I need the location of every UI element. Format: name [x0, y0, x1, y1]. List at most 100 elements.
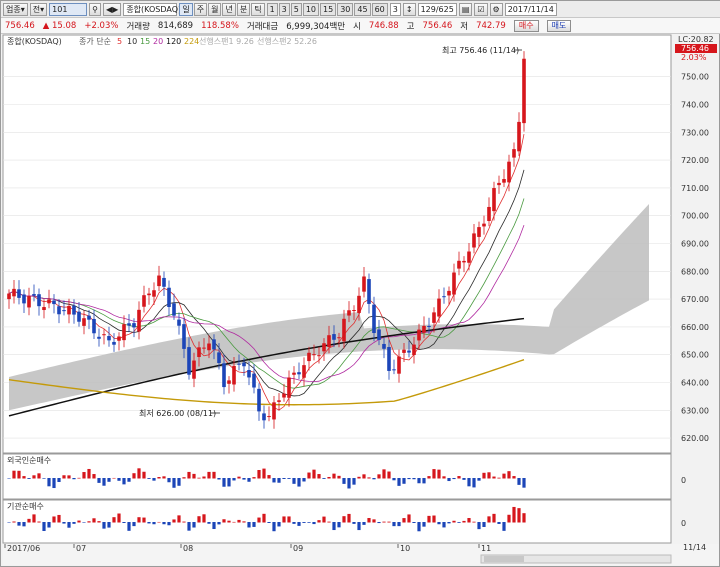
- institution-bar: [77, 520, 81, 523]
- prev-next-icon[interactable]: ◀▶: [103, 2, 122, 16]
- foreign-bar: [517, 478, 521, 485]
- candle-body: [392, 369, 396, 371]
- settings-icon[interactable]: ⚙: [489, 2, 503, 16]
- checkbox-icon[interactable]: ☑: [474, 2, 488, 16]
- foreign-bar: [112, 477, 116, 479]
- institution-bar: [97, 521, 101, 523]
- foreign-bar: [337, 475, 341, 479]
- institution-bar: [427, 515, 431, 523]
- foreign-bar: [162, 476, 166, 479]
- candle-body: [382, 343, 386, 349]
- institution-bar: [492, 513, 496, 523]
- institution-bar: [107, 522, 111, 528]
- candle-body: [502, 179, 506, 183]
- institution-bar: [217, 522, 221, 525]
- institution-bar: [377, 522, 381, 524]
- interval-button-15[interactable]: 15: [320, 2, 337, 16]
- period-button-month[interactable]: 월: [208, 2, 222, 16]
- institution-bar: [72, 522, 76, 524]
- scroll-thumb[interactable]: [484, 556, 524, 562]
- y-tick-label: 720.00: [681, 156, 709, 165]
- candle-body: [82, 318, 86, 326]
- spin-icon[interactable]: ↕: [402, 2, 416, 16]
- interval-button-1[interactable]: 1: [266, 2, 278, 16]
- foreign-bar: [37, 473, 41, 479]
- candle-body: [362, 276, 366, 292]
- interval-button-5[interactable]: 5: [290, 2, 302, 16]
- code-input[interactable]: 101: [49, 2, 88, 16]
- interval-button-3[interactable]: 3: [278, 2, 290, 16]
- candle-body: [282, 393, 286, 398]
- candle-body: [162, 277, 166, 287]
- institution-bar: [302, 522, 306, 523]
- period-group: 일 주 월 년 분 틱: [179, 2, 265, 16]
- market-select[interactable]: 업종 ▾: [3, 2, 28, 16]
- institution-bar: [417, 522, 421, 532]
- search-icon[interactable]: ⚲: [89, 2, 101, 16]
- period-button-week[interactable]: 주: [193, 2, 208, 16]
- candle-body: [167, 287, 171, 308]
- candle-body: [172, 303, 176, 316]
- foreign-zero-label: 0: [681, 476, 686, 485]
- interval-button-60[interactable]: 60: [371, 2, 388, 16]
- candle-body: [117, 336, 121, 341]
- institution-bar: [22, 522, 26, 527]
- institution-bar: [122, 522, 126, 523]
- institution-bar: [447, 522, 451, 524]
- foreign-panel-title: 외국인순매수: [7, 455, 51, 465]
- candle-body: [267, 416, 271, 418]
- price-tag: 756.46: [681, 44, 709, 53]
- y-tick-label: 710.00: [681, 184, 709, 193]
- institution-bar: [512, 506, 516, 523]
- institution-bar: [262, 513, 266, 523]
- price-chart[interactable]: 620.00 630.00 640.00 650.00 660.00 670.00 680.…: [1, 34, 719, 566]
- candle-body: [137, 309, 141, 332]
- period-button-day[interactable]: 일: [179, 2, 193, 16]
- candle-body: [472, 233, 476, 248]
- foreign-bar: [472, 478, 476, 488]
- open-value: 746.88: [368, 20, 399, 31]
- period-button-minute[interactable]: 분: [236, 2, 251, 16]
- type-select[interactable]: 전 ▾: [29, 2, 48, 16]
- interval-button-45[interactable]: 45: [354, 2, 371, 16]
- foreign-bar: [367, 477, 371, 479]
- interval-button-10[interactable]: 10: [302, 2, 320, 16]
- institution-bar: [17, 522, 21, 526]
- candle-body: [322, 343, 326, 352]
- interval-group: 1 3 5 10 15 30 45 60: [266, 2, 388, 16]
- y-tick-label: 660.00: [681, 323, 709, 332]
- candle-body: [182, 324, 186, 349]
- candle-body: [232, 365, 236, 385]
- foreign-bar: [202, 476, 206, 479]
- candle-body: [122, 324, 126, 341]
- institution-bar: [497, 522, 501, 524]
- candle-body: [17, 289, 21, 298]
- foreign-bar: [492, 476, 496, 479]
- candle-body: [327, 335, 331, 347]
- interval-button-30[interactable]: 30: [337, 2, 354, 16]
- period-button-year[interactable]: 년: [222, 2, 236, 16]
- institution-bar: [237, 519, 241, 523]
- candle-body: [52, 300, 56, 305]
- candle-body: [317, 355, 321, 357]
- low-value: 742.79: [476, 20, 506, 31]
- buy-button[interactable]: 매수: [513, 19, 539, 32]
- y-tick-label: 700.00: [681, 212, 709, 221]
- period-button-tick[interactable]: 틱: [251, 2, 265, 16]
- candle-body: [442, 296, 446, 298]
- institution-bar: [517, 508, 521, 523]
- foreign-bar: [122, 478, 126, 485]
- institution-bar: [432, 515, 436, 523]
- candle-body: [112, 341, 116, 345]
- institution-bar: [522, 513, 526, 523]
- foreign-bar: [422, 478, 426, 484]
- candle-body: [242, 362, 246, 367]
- date-field[interactable]: 2017/11/14: [504, 2, 557, 16]
- institution-bar: [172, 519, 176, 523]
- sell-button[interactable]: 매도: [546, 19, 572, 32]
- chart-type-icon[interactable]: ▤: [458, 2, 473, 16]
- candle-body: [22, 294, 26, 304]
- foreign-bar: [477, 478, 481, 481]
- custom-interval-input[interactable]: 3: [389, 2, 401, 16]
- pct-tag: 2.03%: [681, 53, 707, 62]
